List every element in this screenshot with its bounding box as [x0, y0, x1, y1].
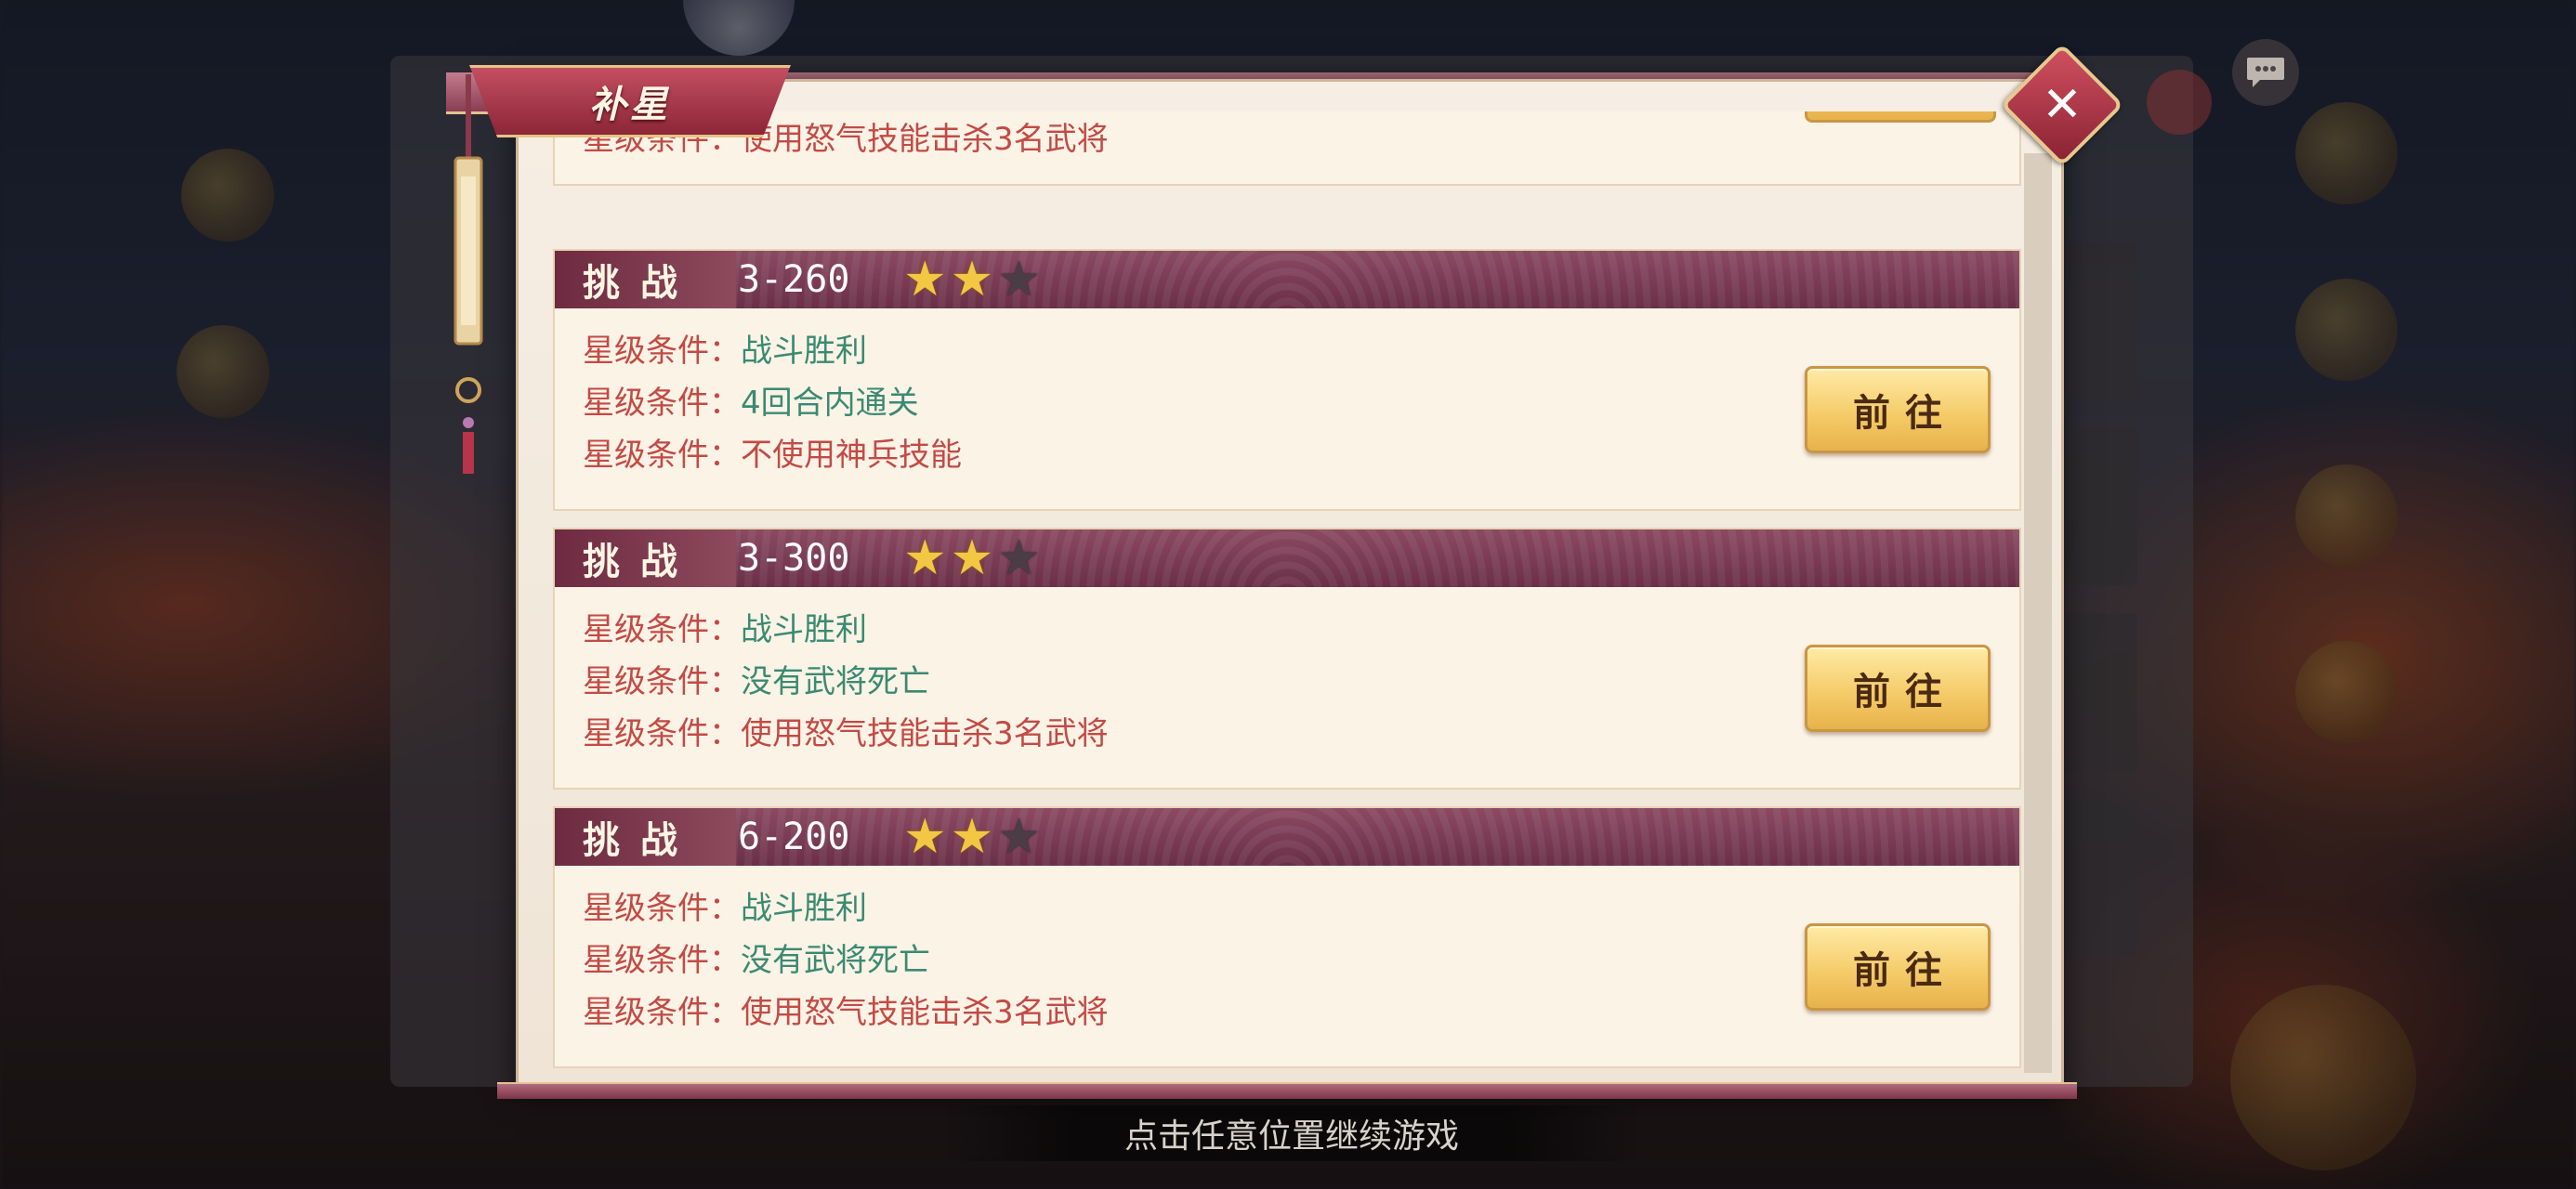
challenge-list[interactable]: 星级条件：使用怒气技能击杀3名武将 挑战 3-260 ★ ★ ★ 星级条件：战斗胜利… [553, 111, 2021, 1068]
star-condition: 星级条件：战斗胜利 [583, 882, 1109, 934]
star-empty-icon: ★ [997, 530, 1041, 586]
stage-number: 3-300 [738, 537, 850, 580]
condition-list: 星级条件：战斗胜利 星级条件：没有武将死亡 星级条件：使用怒气技能击杀3名武将 [583, 882, 1109, 1039]
condition-label: 星级条件： [583, 715, 741, 752]
star-filled-icon: ★ [903, 530, 947, 586]
background-close-icon [2147, 70, 2212, 135]
continue-text: 点击任意位置继续游戏 [1124, 1117, 1459, 1156]
go-button[interactable]: 前往 [1805, 366, 1991, 453]
star-rating: ★ ★ ★ [903, 255, 1041, 304]
star-condition: 星级条件：使用怒气技能击杀3名武将 [583, 986, 1109, 1039]
condition-value: 4回合内通关 [741, 385, 919, 422]
challenge-card: 挑战 6-200 ★ ★ ★ 星级条件：战斗胜利 星级条件：没有武将死亡 星级条件：… [553, 806, 2021, 1068]
dialog-bottom-bar [497, 1082, 2077, 1099]
condition-label: 星级条件： [583, 994, 741, 1031]
challenge-header: 挑战 6-200 ★ ★ ★ [555, 808, 2019, 866]
condition-value: 使用怒气技能击杀3名武将 [741, 715, 1109, 752]
condition-value: 战斗胜利 [741, 333, 867, 370]
condition-list: 星级条件：战斗胜利 星级条件：没有武将死亡 星级条件：使用怒气技能击杀3名武将 [583, 604, 1109, 760]
close-icon: ✕ [2042, 77, 2083, 133]
chat-button[interactable] [2232, 39, 2299, 106]
star-rating: ★ ★ ★ [903, 534, 1041, 582]
condition-label: 星级条件： [583, 942, 741, 979]
chat-bubble-icon [2247, 58, 2284, 87]
condition-value: 战斗胜利 [741, 611, 867, 648]
go-button-partial[interactable] [1805, 111, 1996, 123]
star-empty-icon: ★ [997, 809, 1041, 865]
tassel-decoration [453, 74, 483, 474]
stage-number: 6-200 [738, 816, 850, 858]
star-condition: 星级条件：战斗胜利 [583, 325, 962, 377]
challenge-card-partial: 星级条件：使用怒气技能击杀3名武将 [553, 111, 2021, 186]
challenge-header: 挑战 3-300 ★ ★ ★ [555, 529, 2019, 587]
star-condition: 星级条件：使用怒气技能击杀3名武将 [583, 708, 1109, 760]
star-filled-icon: ★ [903, 252, 947, 307]
condition-list: 星级条件：战斗胜利 星级条件：4回合内通关 星级条件：不使用神兵技能 [583, 325, 962, 481]
star-filled-icon: ★ [950, 809, 994, 865]
challenge-badge: 挑战 [555, 251, 736, 308]
star-condition: 星级条件：4回合内通关 [583, 377, 962, 429]
star-filled-icon: ★ [950, 530, 994, 586]
star-condition: 星级条件：没有武将死亡 [583, 656, 1109, 708]
dialog-title-tab: 补星 [469, 65, 791, 137]
stage-number: 3-260 [738, 258, 850, 301]
condition-value: 使用怒气技能击杀3名武将 [741, 994, 1109, 1031]
go-button[interactable]: 前往 [1805, 645, 1991, 732]
condition-label: 星级条件： [583, 385, 741, 422]
condition-label: 星级条件： [583, 663, 741, 700]
condition-label: 星级条件： [583, 437, 741, 474]
star-empty-icon: ★ [997, 252, 1041, 307]
continue-hint[interactable]: 点击任意位置继续游戏 [939, 1105, 1645, 1161]
challenge-card: 挑战 3-300 ★ ★ ★ 星级条件：战斗胜利 星级条件：没有武将死亡 星级条件：… [553, 528, 2021, 790]
condition-value: 不使用神兵技能 [741, 437, 962, 474]
scroll-track[interactable] [2024, 153, 2052, 1073]
challenge-card: 挑战 3-260 ★ ★ ★ 星级条件：战斗胜利 星级条件：4回合内通关 星级条件：… [553, 249, 2021, 511]
star-rating: ★ ★ ★ [903, 813, 1041, 861]
challenge-header: 挑战 3-260 ★ ★ ★ [555, 251, 2019, 308]
condition-value: 没有武将死亡 [741, 942, 930, 979]
star-filled-icon: ★ [950, 252, 994, 307]
challenge-badge: 挑战 [555, 808, 736, 866]
condition-value: 使用怒气技能击杀3名武将 [741, 121, 1109, 158]
star-condition: 星级条件：战斗胜利 [583, 604, 1109, 656]
condition-value: 没有武将死亡 [741, 663, 930, 700]
challenge-badge: 挑战 [555, 529, 736, 587]
condition-label: 星级条件： [583, 611, 741, 648]
star-filled-icon: ★ [903, 809, 947, 865]
condition-label: 星级条件： [583, 890, 741, 927]
condition-label: 星级条件： [583, 333, 741, 370]
star-condition: 星级条件：不使用神兵技能 [583, 429, 962, 481]
dialog-title: 补星 [589, 83, 671, 126]
go-button[interactable]: 前往 [1805, 923, 1991, 1011]
condition-value: 战斗胜利 [741, 890, 867, 927]
star-condition: 星级条件：没有武将死亡 [583, 934, 1109, 986]
